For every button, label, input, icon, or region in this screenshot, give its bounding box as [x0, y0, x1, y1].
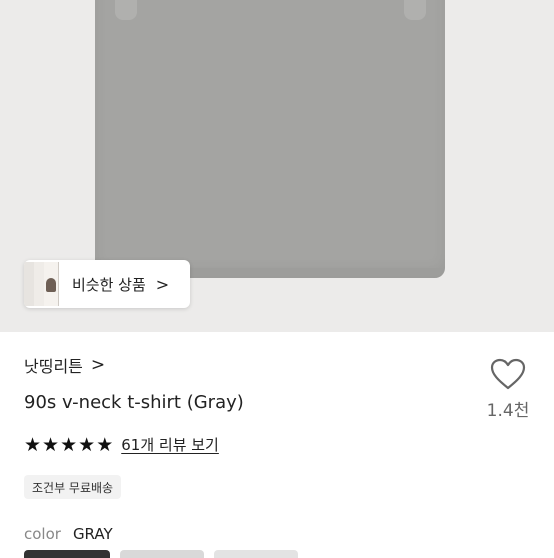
similar-products-button[interactable]: 비슷한 상품 > [24, 260, 190, 308]
thumb-figure [46, 278, 56, 292]
similar-thumbnails [24, 260, 62, 308]
product-image[interactable]: 비슷한 상품 > [0, 0, 554, 332]
star-icon: ★ [60, 433, 78, 456]
rating-row: ★ ★ ★ ★ ★ 61개 리뷰 보기 [24, 434, 219, 455]
heart-outline-icon [484, 358, 532, 390]
store-name: 낫띵리튼 [24, 357, 83, 376]
option-chip-selected[interactable] [24, 550, 110, 558]
sleeve-right [404, 0, 426, 20]
star-rating: ★ ★ ★ ★ ★ [24, 435, 113, 455]
chevron-right-icon: > [155, 274, 170, 294]
similar-products-label: 비슷한 상품 [72, 275, 146, 294]
product-title: 90s v-neck t-shirt (Gray) [24, 392, 244, 413]
sleeve-left [115, 0, 137, 20]
like-count: 1.4천 [486, 401, 530, 421]
option-row: color GRAY [24, 525, 113, 543]
star-icon: ★ [24, 433, 42, 456]
option-label: color [24, 525, 61, 543]
option-value: GRAY [72, 525, 113, 543]
tshirt-photo [95, 0, 445, 278]
store-link[interactable]: 낫띵리튼 > [24, 353, 105, 377]
like-button[interactable]: 1.4천 [484, 358, 532, 421]
option-chip[interactable] [214, 550, 298, 558]
star-icon: ★ [96, 433, 114, 456]
star-icon: ★ [42, 433, 60, 456]
shipping-badge: 조건부 무료배송 [24, 475, 122, 499]
star-icon: ★ [78, 433, 96, 456]
chevron-right-icon: > [90, 355, 106, 375]
option-chip[interactable] [120, 550, 204, 558]
reviews-link[interactable]: 61개 리뷰 보기 [121, 434, 219, 455]
